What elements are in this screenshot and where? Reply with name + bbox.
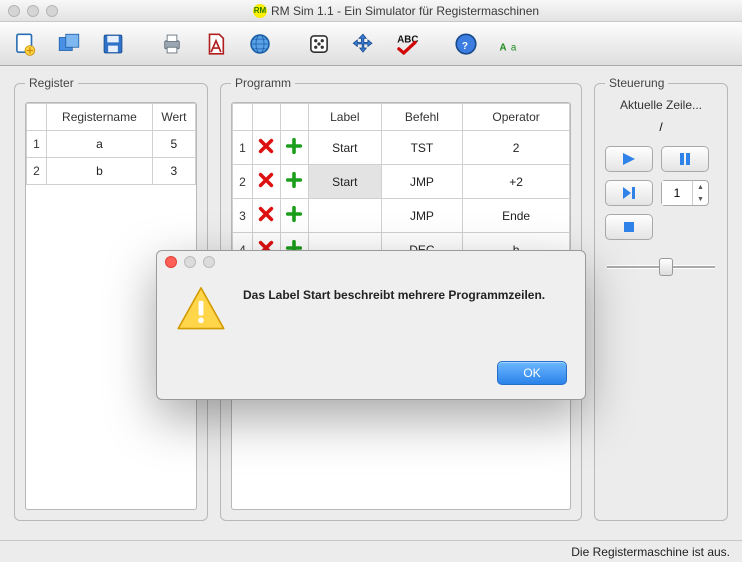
program-header-op: Operator: [463, 104, 570, 131]
program-op-cell[interactable]: Ende: [463, 199, 570, 233]
step-up-icon[interactable]: ▲: [693, 181, 708, 193]
font-button[interactable]: Aa: [495, 29, 525, 59]
minimize-window-icon[interactable]: [27, 5, 39, 17]
add-row-icon[interactable]: [280, 199, 308, 233]
svg-text:?: ?: [462, 40, 468, 51]
program-cmd-cell[interactable]: TST: [381, 131, 463, 165]
table-row[interactable]: 1 a 5: [27, 131, 196, 158]
program-header-row: Label Befehl Operator: [232, 104, 569, 131]
register-value-cell[interactable]: 3: [152, 158, 195, 185]
dialog-minimize-icon: [184, 256, 196, 268]
zoom-window-icon[interactable]: [46, 5, 58, 17]
svg-text:a: a: [511, 42, 517, 53]
row-index: 2: [27, 158, 47, 185]
program-header-label: Label: [308, 104, 381, 131]
register-legend: Register: [25, 76, 78, 90]
pdf-button[interactable]: [201, 29, 231, 59]
register-name-cell[interactable]: b: [47, 158, 153, 185]
dialog-zoom-icon: [203, 256, 215, 268]
spellcheck-button[interactable]: ABC: [392, 29, 422, 59]
speed-slider[interactable]: [607, 265, 715, 269]
window-title-text: RM Sim 1.1 - Ein Simulator für Registerm…: [271, 4, 539, 18]
move-button[interactable]: [348, 29, 378, 59]
register-header-blank: [27, 104, 47, 131]
pause-button[interactable]: [661, 146, 709, 172]
step-count-spinner[interactable]: ▲▼: [661, 180, 709, 206]
program-header-cmd: Befehl: [381, 104, 463, 131]
warning-icon: [175, 283, 227, 338]
close-window-icon[interactable]: [8, 5, 20, 17]
new-button[interactable]: [10, 29, 40, 59]
control-group: Steuerung Aktuelle Zeile... / ▲▼: [594, 76, 728, 521]
add-row-icon[interactable]: [280, 131, 308, 165]
dialog-titlebar: [157, 251, 585, 273]
program-op-cell[interactable]: 2: [463, 131, 570, 165]
step-down-icon[interactable]: ▼: [693, 193, 708, 205]
control-legend: Steuerung: [605, 76, 668, 90]
program-cmd-cell[interactable]: JMP: [381, 165, 463, 199]
app-icon: RM: [253, 4, 267, 18]
row-index: 1: [232, 131, 252, 165]
program-header-blank: [232, 104, 252, 131]
svg-text:A: A: [499, 42, 506, 53]
add-row-icon[interactable]: [280, 165, 308, 199]
program-label-cell[interactable]: [308, 199, 381, 233]
alert-dialog: Das Label Start beschreibt mehrere Progr…: [156, 250, 586, 400]
toolbar: ABC ? Aa: [0, 22, 742, 66]
globe-button[interactable]: [245, 29, 275, 59]
program-label-cell[interactable]: Start: [308, 165, 381, 199]
row-index: 1: [27, 131, 47, 158]
row-index: 3: [232, 199, 252, 233]
table-row[interactable]: 3 JMP Ende: [232, 199, 569, 233]
table-row[interactable]: 2 b 3: [27, 158, 196, 185]
program-label-cell[interactable]: Start: [308, 131, 381, 165]
step-button[interactable]: [605, 180, 653, 206]
dice-button[interactable]: [304, 29, 334, 59]
register-header-name: Registername: [47, 104, 153, 131]
status-bar: Die Registermaschine ist aus.: [0, 540, 742, 562]
program-legend: Programm: [231, 76, 295, 90]
delete-row-icon[interactable]: [252, 131, 280, 165]
program-table: Label Befehl Operator 1 Start TST 2 2 St: [232, 103, 570, 267]
table-row[interactable]: 2 Start JMP +2: [232, 165, 569, 199]
dialog-close-icon[interactable]: [165, 256, 177, 268]
ok-button[interactable]: OK: [497, 361, 567, 385]
register-value-cell[interactable]: 5: [152, 131, 195, 158]
play-button[interactable]: [605, 146, 653, 172]
current-line-value: /: [659, 120, 662, 134]
window-title: RM RM Sim 1.1 - Ein Simulator für Registe…: [58, 3, 734, 19]
step-count-input[interactable]: [662, 181, 692, 205]
stop-button[interactable]: [605, 214, 653, 240]
register-header-row: Registername Wert: [27, 104, 196, 131]
delete-row-icon[interactable]: [252, 199, 280, 233]
register-header-value: Wert: [152, 104, 195, 131]
dialog-message: Das Label Start beschreibt mehrere Progr…: [243, 283, 545, 338]
program-cmd-cell[interactable]: JMP: [381, 199, 463, 233]
status-text: Die Registermaschine ist aus.: [571, 545, 730, 559]
current-line-label: Aktuelle Zeile...: [605, 98, 717, 112]
program-op-cell[interactable]: +2: [463, 165, 570, 199]
row-index: 2: [232, 165, 252, 199]
table-row[interactable]: 1 Start TST 2: [232, 131, 569, 165]
titlebar: RM RM Sim 1.1 - Ein Simulator für Registe…: [0, 0, 742, 22]
save-button[interactable]: [98, 29, 128, 59]
print-button[interactable]: [157, 29, 187, 59]
delete-row-icon[interactable]: [252, 165, 280, 199]
help-button[interactable]: ?: [451, 29, 481, 59]
windows-button[interactable]: [54, 29, 84, 59]
register-name-cell[interactable]: a: [47, 131, 153, 158]
window-controls: [8, 5, 58, 17]
register-table: Registername Wert 1 a 5 2 b 3: [26, 103, 196, 185]
